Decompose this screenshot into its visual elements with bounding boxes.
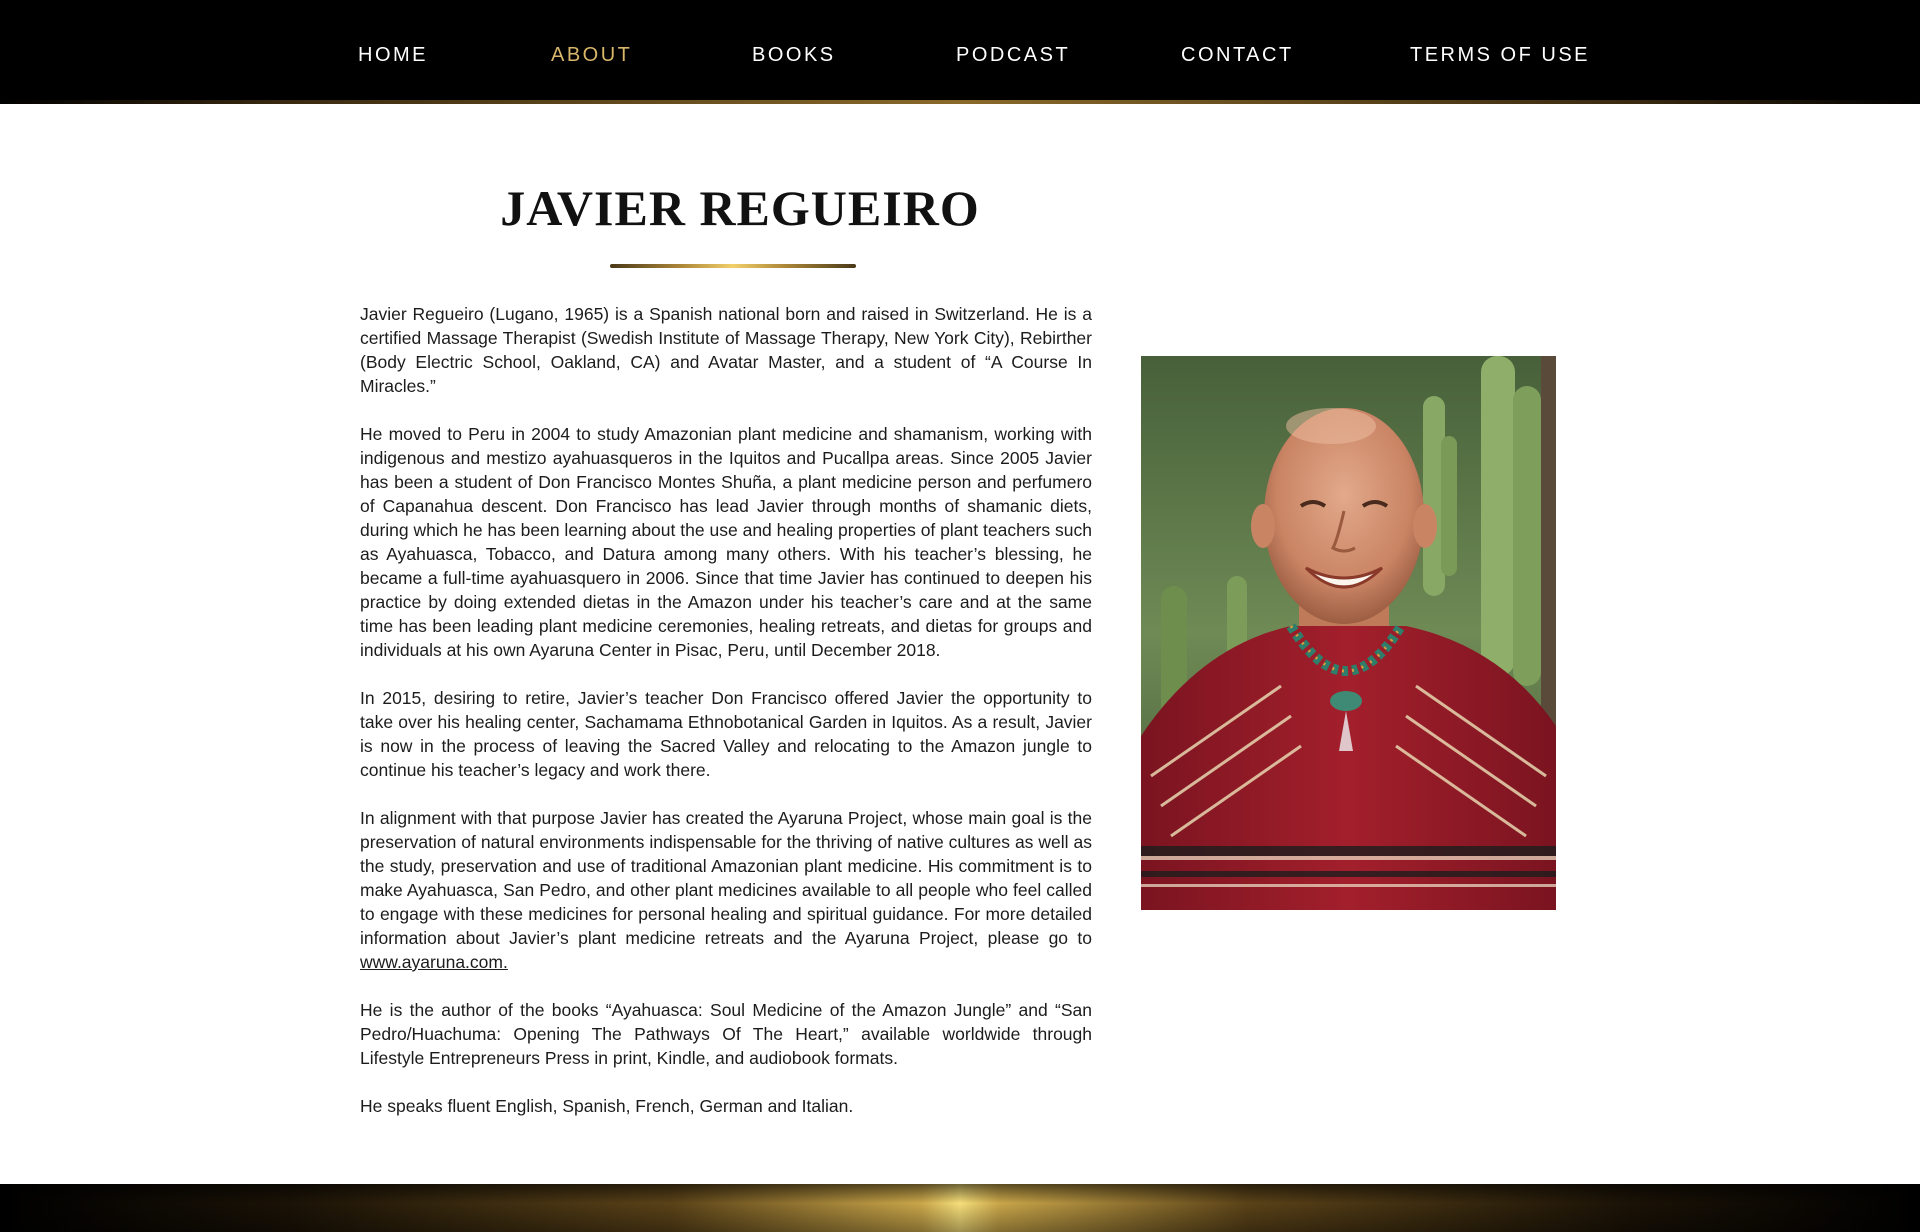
footer-gold-band (0, 1184, 1920, 1232)
bio-paragraph-6: He speaks fluent English, Spanish, Frenc… (360, 1096, 854, 1116)
portrait-illustration (1141, 356, 1556, 910)
nav-about-link[interactable]: ABOUT (551, 44, 632, 67)
nav-podcast-link[interactable]: PODCAST (956, 44, 1070, 67)
main-nav: HOME ABOUT BOOKS PODCAST CONTACT TERMS O… (0, 0, 1920, 102)
nav-books-link[interactable]: BOOKS (752, 44, 836, 67)
nav-contact-link[interactable]: CONTACT (1181, 44, 1294, 67)
ayaruna-website-link[interactable]: www.ayaruna.com. (360, 952, 508, 972)
page-title: JAVIER REGUEIRO (500, 180, 980, 236)
bio-paragraph-4: In alignment with that purpose Javier ha… (360, 806, 1092, 974)
biography-text: Javier Regueiro (Lugano, 1965) is a Span… (360, 302, 1092, 1142)
bio-paragraph-1: Javier Regueiro (Lugano, 1965) is a Span… (360, 304, 1092, 396)
bio-paragraph-3: In 2015, desiring to retire, Javier’s te… (360, 688, 1092, 780)
portrait-photo (1141, 356, 1556, 910)
title-gold-divider (610, 264, 856, 268)
nav-home-link[interactable]: HOME (358, 44, 428, 67)
bio-paragraph-4-text: In alignment with that purpose Javier ha… (360, 808, 1092, 948)
bio-paragraph-5: He is the author of the books “Ayahuasca… (360, 1000, 1092, 1068)
bio-paragraph-2: He moved to Peru in 2004 to study Amazon… (360, 424, 1092, 660)
nav-terms-of-use-link[interactable]: TERMS OF USE (1410, 44, 1590, 67)
